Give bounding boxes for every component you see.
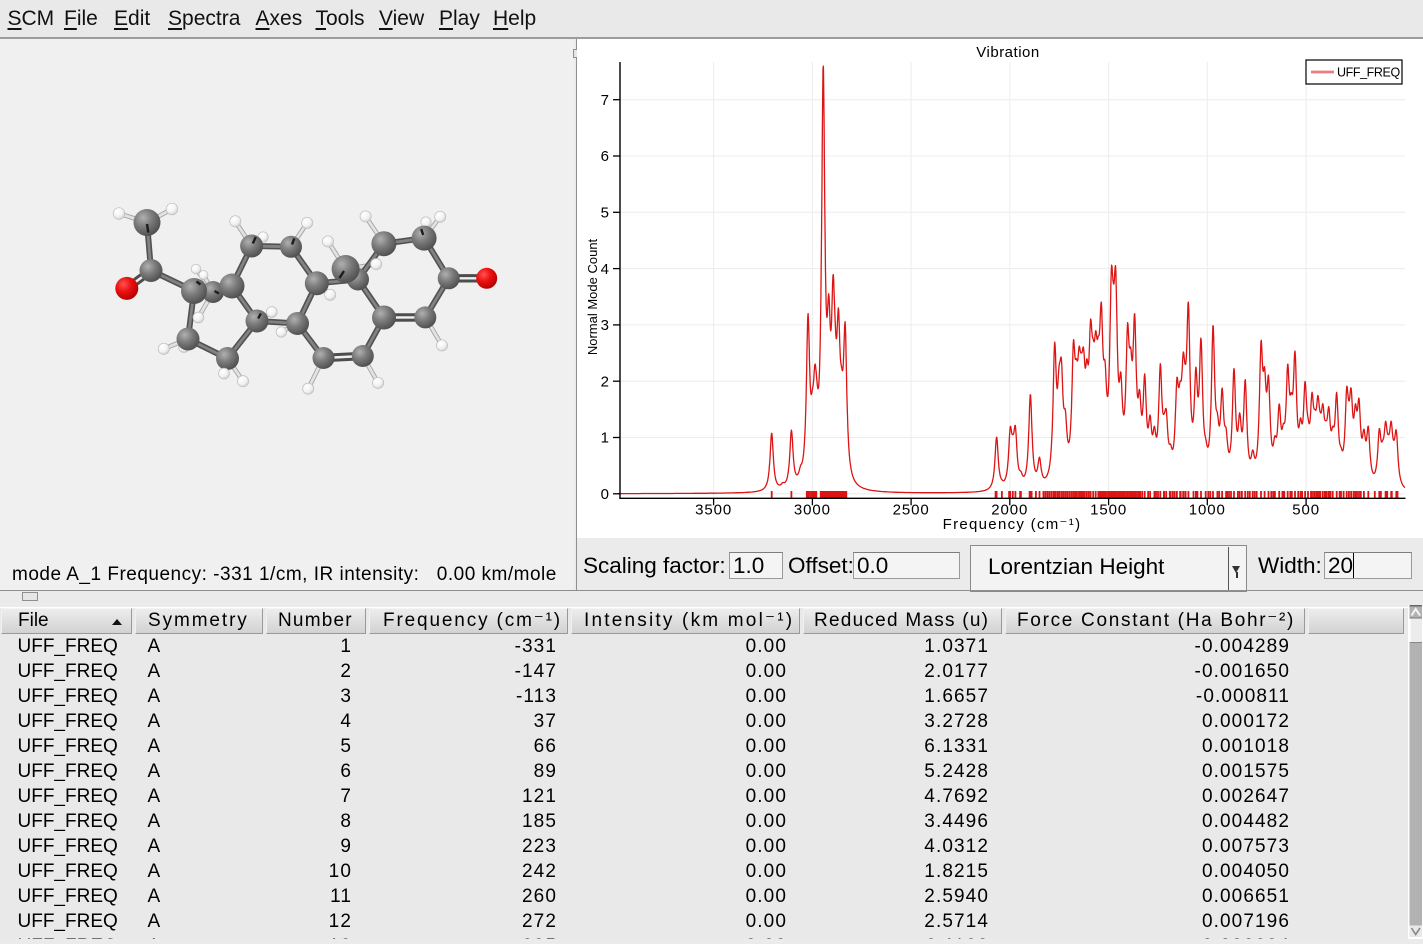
- svg-text:3500: 3500: [695, 502, 732, 519]
- svg-text:5: 5: [601, 205, 609, 222]
- svg-text:1: 1: [601, 430, 609, 447]
- svg-text:6: 6: [601, 148, 609, 165]
- svg-text:2500: 2500: [893, 502, 930, 519]
- svg-text:4: 4: [601, 261, 609, 278]
- svg-text:1500: 1500: [1090, 502, 1127, 519]
- svg-text:1000: 1000: [1189, 502, 1226, 519]
- svg-text:Frequency (cm⁻¹): Frequency (cm⁻¹): [943, 516, 1082, 533]
- svg-text:UFF_FREQ: UFF_FREQ: [1337, 66, 1400, 80]
- svg-text:7: 7: [601, 92, 609, 109]
- svg-text:3000: 3000: [794, 502, 831, 519]
- svg-text:500: 500: [1292, 502, 1320, 519]
- svg-text:3: 3: [601, 317, 609, 334]
- svg-text:Normal Mode Count: Normal Mode Count: [585, 238, 600, 355]
- svg-text:2: 2: [601, 373, 609, 390]
- svg-text:Vibration: Vibration: [976, 44, 1039, 61]
- svg-text:0: 0: [601, 486, 609, 503]
